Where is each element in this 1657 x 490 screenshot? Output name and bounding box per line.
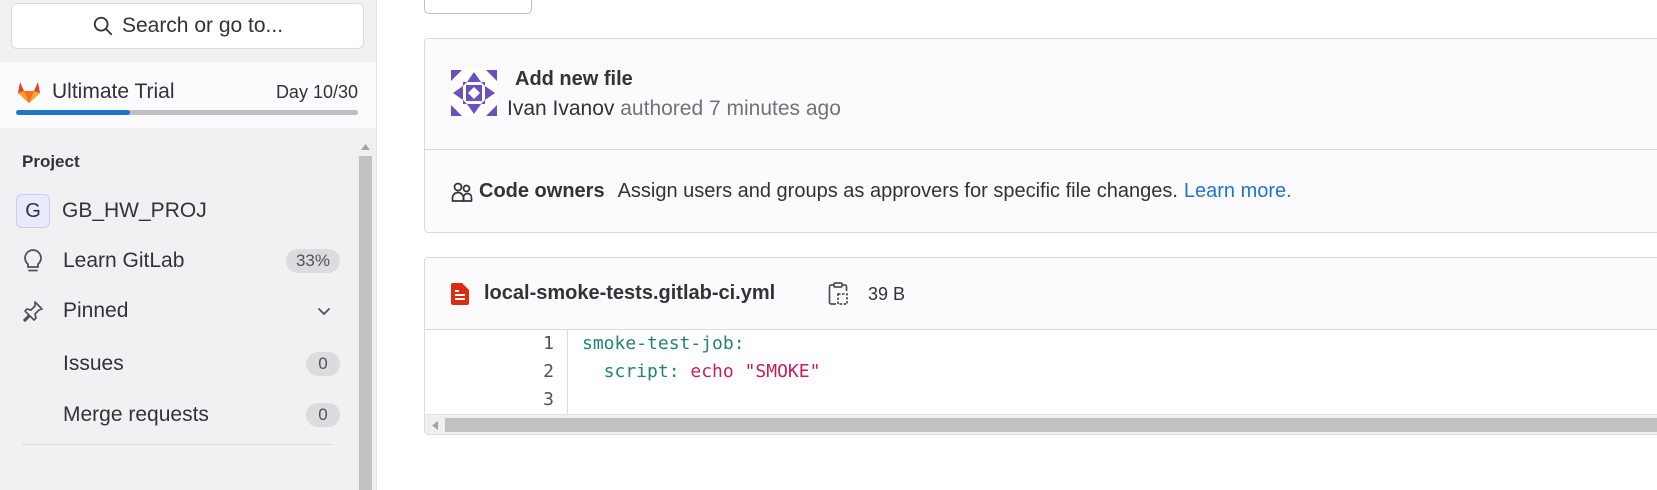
sidebar-item-learn-gitlab[interactable]: Learn GitLab 33% xyxy=(16,239,340,283)
project-avatar: G xyxy=(16,194,50,228)
code-line: script: echo "SMOKE" xyxy=(582,358,821,386)
chevron-down-icon xyxy=(318,308,330,316)
merge-requests-count-badge: 0 xyxy=(306,403,340,427)
commit-meta: Ivan Ivanov authored 7 minutes ago xyxy=(507,97,841,121)
commit-title[interactable]: Add new file xyxy=(515,68,633,91)
line-number[interactable]: 2 xyxy=(543,358,554,386)
code-owners-text: Assign users and groups as approvers for… xyxy=(617,180,1178,202)
gitlab-logo-icon xyxy=(18,82,40,103)
last-commit-card: Add new file Ivan Ivanov authored 7 minu… xyxy=(424,38,1657,233)
sidebar-item-project[interactable]: G GB_HW_PROJ xyxy=(16,189,340,233)
code-line: smoke-test-job: xyxy=(582,330,820,358)
file-name[interactable]: local-smoke-tests.gitlab-ci.yml xyxy=(484,282,775,305)
pinned-label: Pinned xyxy=(63,299,129,322)
merge-requests-label: Merge requests xyxy=(63,403,209,426)
search-icon xyxy=(93,16,113,36)
copy-file-path-icon[interactable] xyxy=(828,282,848,306)
line-number[interactable]: 1 xyxy=(543,330,554,358)
trial-progress-fill xyxy=(16,110,130,115)
trial-name: Ultimate Trial xyxy=(52,80,175,103)
code-horizontal-scrollbar[interactable] xyxy=(425,414,1657,434)
code-content: smoke-test-job: script: echo "SMOKE" xyxy=(582,330,820,414)
search-button[interactable]: Search or go to... xyxy=(11,3,364,49)
author-avatar[interactable] xyxy=(451,70,497,116)
scroll-up-arrow-icon[interactable] xyxy=(357,138,374,155)
pin-icon xyxy=(16,294,50,328)
code-owners-row: Code owners Assign users and groups as a… xyxy=(451,180,1292,203)
learn-more-link[interactable]: Learn more. xyxy=(1184,180,1292,203)
trial-row[interactable]: Ultimate Trial Day 10/30 xyxy=(16,79,358,105)
sidebar: Search or go to... Ultimate Trial Day 10… xyxy=(0,0,377,490)
file-viewer: local-smoke-tests.gitlab-ci.yml 39 B 1 2… xyxy=(424,257,1657,435)
commit-author-link[interactable]: Ivan Ivanov xyxy=(507,97,614,120)
yaml-string: "SMOKE" xyxy=(744,361,821,382)
learn-gitlab-label: Learn GitLab xyxy=(63,249,185,272)
yaml-key: smoke-test-job: xyxy=(582,333,745,354)
code-scroll-thumb[interactable] xyxy=(445,418,1657,432)
section-title-project: Project xyxy=(22,152,80,171)
yaml-key: script: xyxy=(582,361,691,382)
file-icon xyxy=(451,283,469,305)
sidebar-scroll-thumb[interactable] xyxy=(359,156,372,490)
issues-count-badge: 0 xyxy=(306,352,340,376)
lightbulb-icon xyxy=(16,244,50,278)
yaml-command: echo xyxy=(690,361,745,382)
scroll-left-arrow-icon[interactable] xyxy=(429,419,441,431)
sidebar-item-merge-requests[interactable]: Merge requests 0 xyxy=(63,395,340,435)
project-name: GB_HW_PROJ xyxy=(62,199,207,222)
line-number-gutter: 1 2 3 xyxy=(425,330,568,414)
code-owners-label: Code owners xyxy=(479,180,605,202)
sidebar-scrollbar[interactable] xyxy=(357,138,374,490)
issues-label: Issues xyxy=(63,352,124,375)
users-icon xyxy=(451,182,473,202)
sidebar-item-issues[interactable]: Issues 0 xyxy=(63,344,340,384)
trial-progress-bar xyxy=(16,110,358,115)
sidebar-item-pinned[interactable]: Pinned xyxy=(16,289,340,333)
search-label: Search or go to... xyxy=(121,14,284,37)
commit-card-divider xyxy=(425,149,1657,150)
learn-gitlab-badge: 33% xyxy=(285,249,340,273)
file-size: 39 B xyxy=(868,284,906,304)
top-button[interactable] xyxy=(424,0,532,14)
line-number[interactable]: 3 xyxy=(543,386,554,414)
sidebar-divider xyxy=(22,444,332,445)
commit-authored-time: authored 7 minutes ago xyxy=(620,97,841,120)
trial-day-label: Day 10/30 xyxy=(275,81,358,102)
file-header: local-smoke-tests.gitlab-ci.yml 39 B xyxy=(425,258,1657,330)
